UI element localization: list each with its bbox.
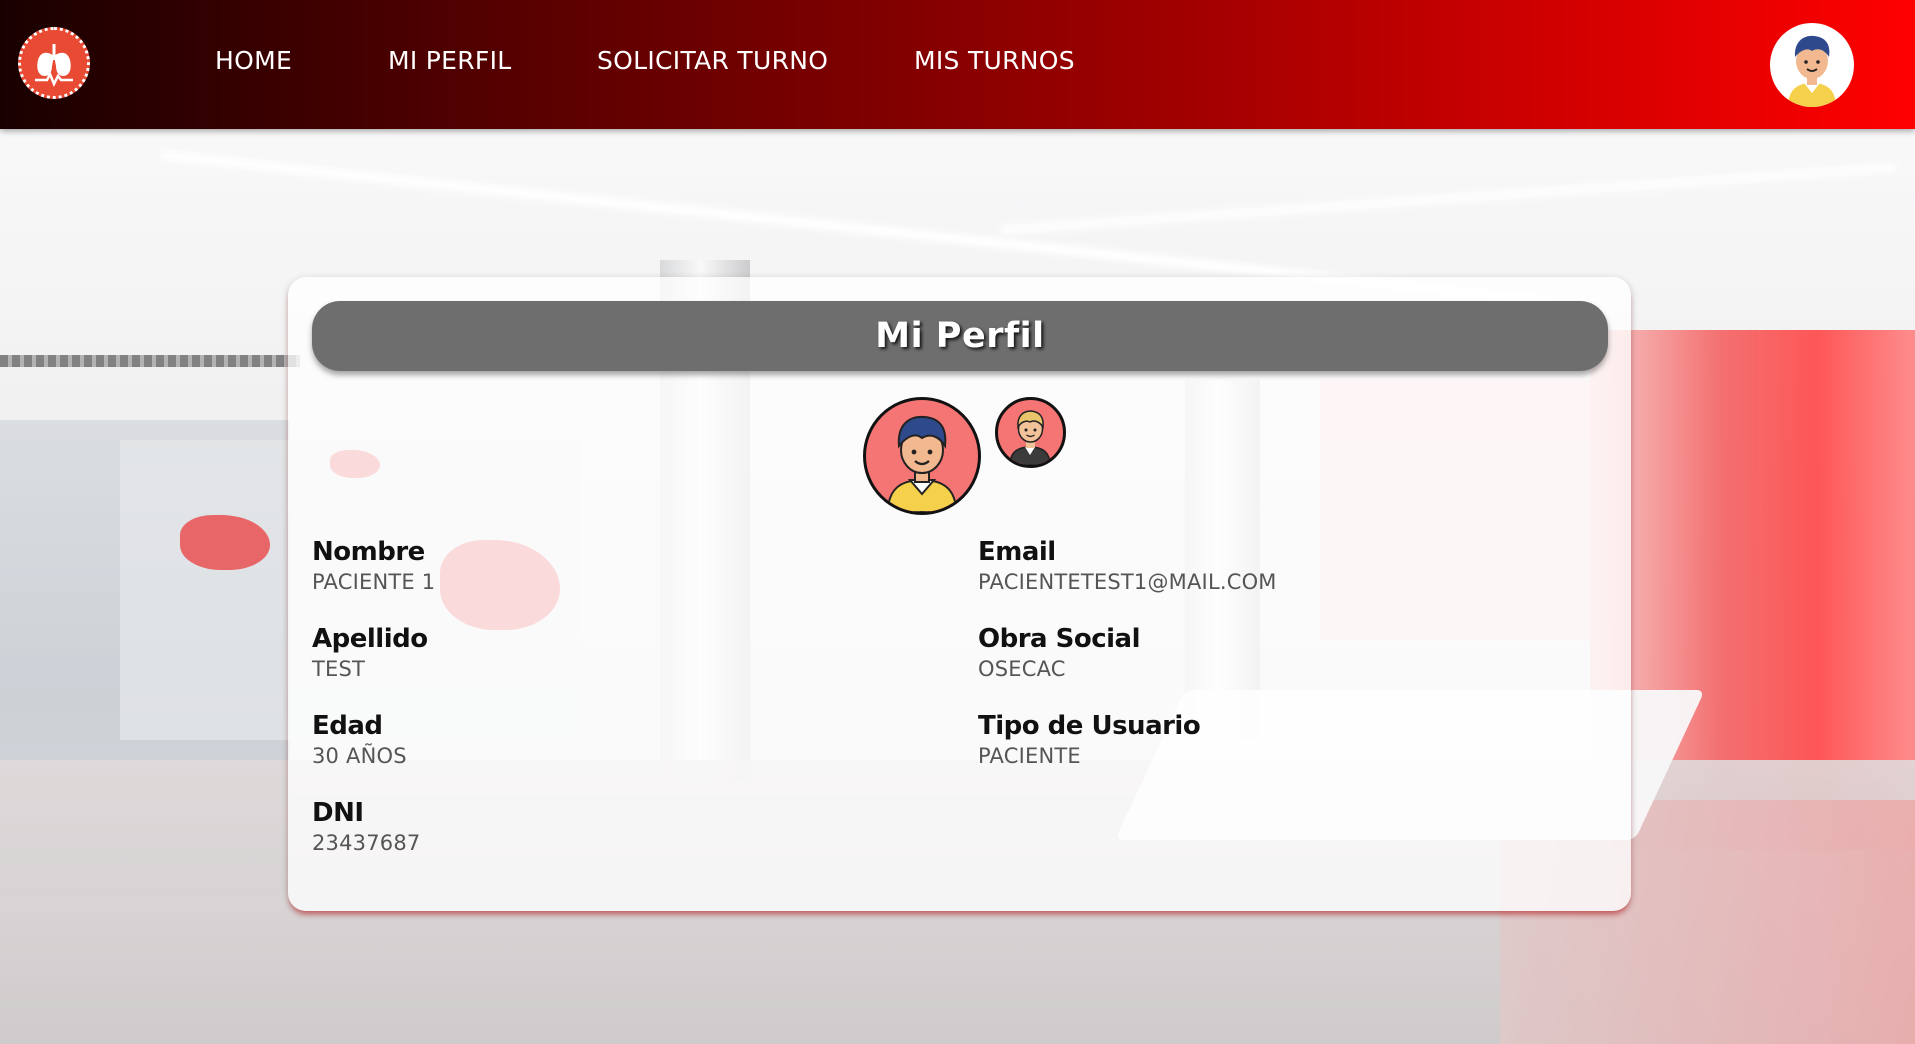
field-apellido: Apellido TEST bbox=[312, 623, 428, 683]
alternate-avatar-icon[interactable] bbox=[995, 397, 1066, 468]
nav-link-solicitar-turno[interactable]: SOLICITAR TURNO bbox=[597, 46, 828, 75]
nav-link-home[interactable]: HOME bbox=[215, 46, 292, 75]
field-dni: DNI 23437687 bbox=[312, 797, 421, 857]
field-label: Obra Social bbox=[978, 624, 1141, 654]
field-label: DNI bbox=[312, 798, 364, 828]
field-edad: Edad 30 AÑOS bbox=[312, 710, 407, 770]
lungs-heartbeat-logo-icon[interactable] bbox=[18, 27, 90, 99]
field-value: PACIENTE 1 bbox=[312, 570, 436, 594]
field-label: Edad bbox=[312, 711, 383, 741]
page-title: Mi Perfil bbox=[875, 316, 1045, 356]
field-nombre: Nombre PACIENTE 1 bbox=[312, 536, 435, 596]
nav-link-mis-turnos[interactable]: MIS TURNOS bbox=[914, 46, 1075, 75]
field-value: TEST bbox=[312, 657, 366, 681]
field-value: PACIENTE bbox=[978, 744, 1081, 768]
field-label: Nombre bbox=[312, 537, 425, 567]
field-value: PACIENTETEST1@MAIL.COM bbox=[978, 570, 1277, 594]
top-navbar: HOME MI PERFIL SOLICITAR TURNO MIS TURNO… bbox=[0, 0, 1915, 129]
field-label: Apellido bbox=[312, 624, 428, 654]
field-obra-social: Obra Social OSECAC bbox=[978, 623, 1141, 683]
user-avatar-icon[interactable] bbox=[1770, 23, 1854, 107]
profile-avatar-icon[interactable] bbox=[863, 397, 981, 515]
nav-link-mi-perfil[interactable]: MI PERFIL bbox=[388, 46, 512, 75]
field-label: Email bbox=[978, 537, 1056, 567]
profile-title-bar: Mi Perfil bbox=[312, 301, 1608, 371]
profile-card: Mi Perfil Nombre PACIENTE 1 Apellido TES… bbox=[288, 277, 1631, 911]
field-value: 30 AÑOS bbox=[312, 744, 407, 768]
field-email: Email PACIENTETEST1@MAIL.COM bbox=[978, 536, 1277, 596]
field-value: OSECAC bbox=[978, 657, 1066, 681]
field-value: 23437687 bbox=[312, 831, 421, 855]
field-label: Tipo de Usuario bbox=[978, 711, 1201, 741]
field-tipo-de-usuario: Tipo de Usuario PACIENTE bbox=[978, 710, 1201, 770]
